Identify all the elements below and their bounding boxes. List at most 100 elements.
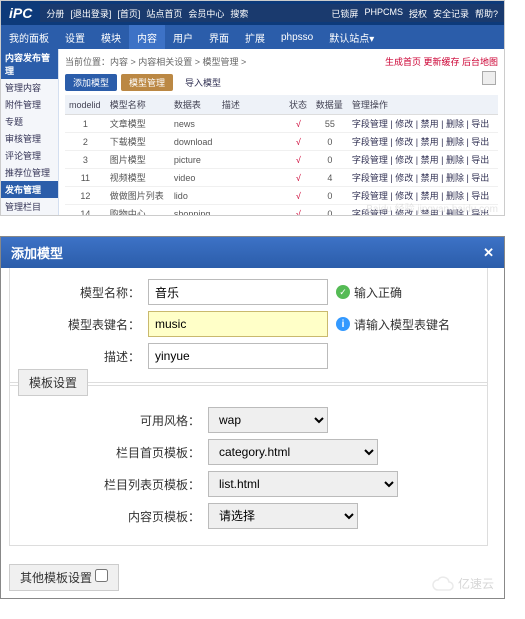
hint-info: i 请输入模型表键名 bbox=[336, 316, 450, 333]
view-toggle-icon[interactable] bbox=[482, 71, 496, 85]
nav-item[interactable]: 默认站点▾ bbox=[321, 25, 382, 49]
label-style: 可用风格： bbox=[20, 412, 200, 429]
hdr-link[interactable]: [首页] bbox=[117, 7, 140, 20]
cell-name: 下载模型 bbox=[106, 133, 170, 151]
sidebar-item[interactable]: 附件管理 bbox=[1, 96, 58, 113]
col-desc: 描述 bbox=[218, 95, 285, 115]
hdr-link[interactable]: 分册 bbox=[46, 7, 64, 20]
nav-item[interactable]: 模块 bbox=[93, 25, 129, 49]
nav-item[interactable]: 扩展 bbox=[237, 25, 273, 49]
cell-status: √ bbox=[285, 115, 312, 133]
cell-id: 3 bbox=[65, 151, 106, 169]
cell-ops[interactable]: 字段管理 | 修改 | 禁用 | 删除 | 导出 bbox=[348, 169, 498, 187]
logo: iPC bbox=[1, 5, 40, 21]
cell-ops[interactable]: 字段管理 | 修改 | 禁用 | 删除 | 导出 bbox=[348, 151, 498, 169]
content-tabs: 添加模型 模型管理 导入模型 bbox=[65, 74, 498, 91]
cell-table: download bbox=[170, 133, 218, 151]
sidebar: 内容发布管理 管理内容 附件管理 专题 审核管理 评论管理 推荐位管理 发布管理… bbox=[1, 49, 59, 216]
hdr-link[interactable]: 会员中心 bbox=[188, 7, 224, 20]
cell-table: picture bbox=[170, 151, 218, 169]
cell-desc bbox=[218, 187, 285, 205]
cell-count: 0 bbox=[312, 205, 348, 217]
hdr-link[interactable]: 已锁屏 bbox=[331, 7, 358, 20]
sidebar-item[interactable]: 推荐位管理 bbox=[1, 164, 58, 181]
sidebar-section: 发布管理 bbox=[1, 181, 58, 198]
close-icon[interactable]: ✕ bbox=[483, 245, 494, 261]
table-row: 1文章模型news√55字段管理 | 修改 | 禁用 | 删除 | 导出 bbox=[65, 115, 498, 133]
checkbox-other-template[interactable] bbox=[95, 569, 108, 582]
col-status: 状态 bbox=[285, 95, 312, 115]
header: iPC 分册 [退出登录] [首页] 站点首页 会员中心 搜索 已锁屏 PHPC… bbox=[1, 1, 504, 25]
input-table-name[interactable] bbox=[148, 311, 328, 337]
cell-id: 2 bbox=[65, 133, 106, 151]
hdr-link[interactable]: 帮助? bbox=[475, 7, 498, 20]
nav-item[interactable]: 用户 bbox=[165, 25, 201, 49]
cell-name: 图片模型 bbox=[106, 151, 170, 169]
nav-item[interactable]: 设置 bbox=[57, 25, 93, 49]
admin-panel: iPC 分册 [退出登录] [首页] 站点首页 会员中心 搜索 已锁屏 PHPC… bbox=[0, 0, 505, 216]
label-desc: 描述： bbox=[20, 348, 140, 365]
input-model-name[interactable] bbox=[148, 279, 328, 305]
cell-table: lido bbox=[170, 187, 218, 205]
cell-ops[interactable]: 字段管理 | 修改 | 禁用 | 删除 | 导出 bbox=[348, 115, 498, 133]
tab-import-model[interactable]: 导入模型 bbox=[177, 74, 229, 91]
breadcrumb-actions[interactable]: 生成首页 更新缓存 后台地图 bbox=[385, 55, 498, 68]
watermark-bottom: 亿速云 bbox=[432, 575, 494, 592]
cell-desc bbox=[218, 205, 285, 217]
breadcrumb: 当前位置：内容 > 内容相关设置 > 模型管理 > 生成首页 更新缓存 后台地图 bbox=[65, 53, 498, 72]
select-style[interactable]: wap bbox=[208, 407, 328, 433]
cell-name: 做做图片列表 bbox=[106, 187, 170, 205]
sidebar-item[interactable]: 评论管理 bbox=[1, 147, 58, 164]
select-show-tpl[interactable]: 请选择 bbox=[208, 503, 358, 529]
cell-status: √ bbox=[285, 133, 312, 151]
sidebar-item[interactable]: 管理内容 bbox=[1, 79, 58, 96]
cell-status: √ bbox=[285, 151, 312, 169]
hdr-link[interactable]: 授权 bbox=[409, 7, 427, 20]
cell-desc bbox=[218, 115, 285, 133]
cell-desc bbox=[218, 169, 285, 187]
model-table: modelid 模型名称 数据表 描述 状态 数据量 管理操作 1文章模型new… bbox=[65, 95, 498, 216]
sidebar-item[interactable]: 批量更新栏目页 bbox=[1, 215, 58, 216]
nav-item[interactable]: 界面 bbox=[201, 25, 237, 49]
table-row: 2下载模型download√0字段管理 | 修改 | 禁用 | 删除 | 导出 bbox=[65, 133, 498, 151]
cell-name: 文章模型 bbox=[106, 115, 170, 133]
cloud-icon bbox=[432, 576, 454, 592]
col-table: 数据表 bbox=[170, 95, 218, 115]
cell-id: 12 bbox=[65, 187, 106, 205]
select-category-tpl[interactable]: category.html bbox=[208, 439, 378, 465]
add-model-dialog: 添加模型 ✕ 基本信息 模型名称： ✓ 输入正确 模型表键名： i 请输入模型表… bbox=[0, 236, 505, 599]
legend-template: 模板设置 bbox=[18, 369, 88, 396]
tab-manage-model[interactable]: 模型管理 bbox=[121, 74, 173, 91]
hdr-link[interactable]: 搜索 bbox=[230, 7, 248, 20]
label-list-tpl: 栏目列表页模板： bbox=[20, 476, 200, 493]
input-desc[interactable] bbox=[148, 343, 328, 369]
header-links: 分册 [退出登录] [首页] 站点首页 会员中心 搜索 已锁屏 PHPCMS 授… bbox=[40, 4, 504, 22]
breadcrumb-path: 当前位置：内容 > 内容相关设置 > 模型管理 > bbox=[65, 55, 246, 68]
cell-ops[interactable]: 字段管理 | 修改 | 禁用 | 删除 | 导出 bbox=[348, 133, 498, 151]
hdr-link[interactable]: 安全记录 bbox=[433, 7, 469, 20]
fieldset-template: 模板设置 可用风格： wap 栏目首页模板： category.html 栏目列… bbox=[9, 382, 488, 546]
check-icon: ✓ bbox=[336, 285, 350, 299]
cell-id: 11 bbox=[65, 169, 106, 187]
legend-other: 其他模板设置 bbox=[9, 564, 119, 591]
col-count: 数据量 bbox=[312, 95, 348, 115]
select-list-tpl[interactable]: list.html bbox=[208, 471, 398, 497]
hdr-link[interactable]: [退出登录] bbox=[70, 7, 111, 20]
cell-count: 0 bbox=[312, 151, 348, 169]
nav-item-active[interactable]: 内容 bbox=[129, 25, 165, 49]
nav-item[interactable]: phpsso bbox=[273, 25, 321, 49]
sidebar-item[interactable]: 管理栏目 bbox=[1, 198, 58, 215]
col-name: 模型名称 bbox=[106, 95, 170, 115]
cell-status: √ bbox=[285, 187, 312, 205]
hdr-link[interactable]: PHPCMS bbox=[364, 7, 403, 20]
cell-table: news bbox=[170, 115, 218, 133]
label-table-name: 模型表键名： bbox=[20, 316, 140, 333]
sidebar-item[interactable]: 专题 bbox=[1, 113, 58, 130]
hdr-link[interactable]: 站点首页 bbox=[146, 7, 182, 20]
nav-item[interactable]: 我的面板 bbox=[1, 25, 57, 49]
cell-name: 视频模型 bbox=[106, 169, 170, 187]
tab-add-model[interactable]: 添加模型 bbox=[65, 74, 117, 91]
sidebar-item[interactable]: 审核管理 bbox=[1, 130, 58, 147]
label-model-name: 模型名称： bbox=[20, 284, 140, 301]
label-category-tpl: 栏目首页模板： bbox=[20, 444, 200, 461]
